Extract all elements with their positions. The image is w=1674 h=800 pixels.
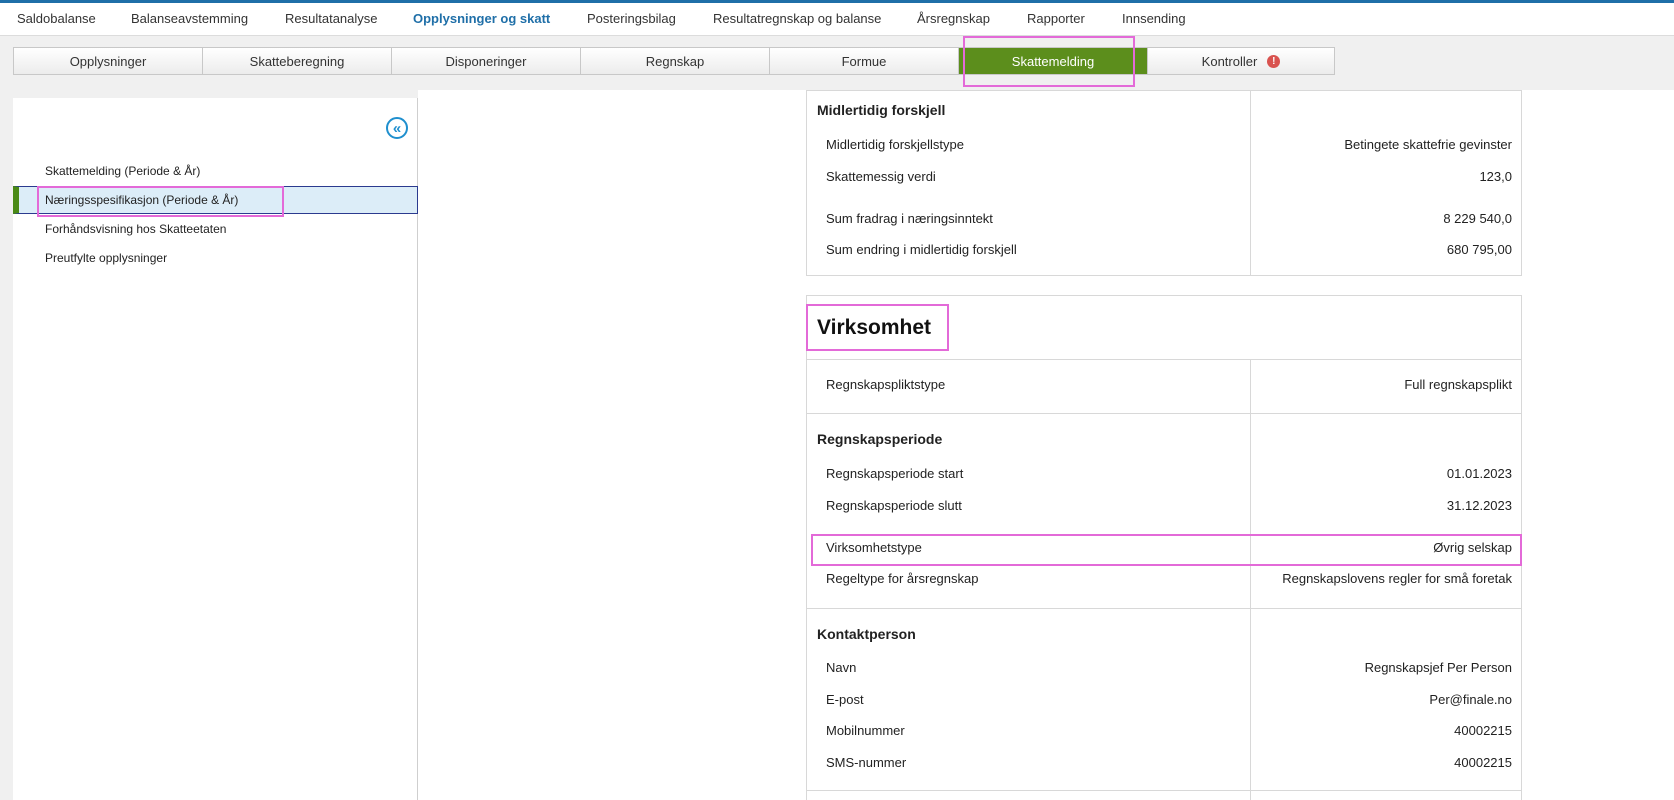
- sidebar-item-naeringsspesifikasjon[interactable]: Næringsspesifikasjon (Periode & År): [13, 186, 418, 214]
- row-label: Navn: [826, 660, 857, 675]
- tab-opplysninger[interactable]: Opplysninger: [14, 48, 203, 74]
- row-value: 40002215: [1454, 723, 1512, 738]
- divider: [807, 608, 1521, 609]
- tab-label: Opplysninger: [69, 53, 147, 69]
- row-value: 123,0: [1479, 169, 1512, 184]
- row-label: Regnskapspliktstype: [826, 377, 946, 392]
- row-label: Sum endring i midlertidig forskjell: [826, 242, 1017, 257]
- row-value: Per@finale.no: [1429, 692, 1512, 707]
- row-label: Regnskapsperiode start: [826, 466, 964, 481]
- row-value: Øvrig selskap: [1433, 540, 1512, 555]
- nav-resultatregnskap-og-balanse[interactable]: Resultatregnskap og balanse: [713, 11, 881, 26]
- sidebar: « Skattemelding (Periode & År) Næringssp…: [13, 98, 418, 800]
- row-value: 31.12.2023: [1446, 498, 1512, 513]
- virksomhet-panel: Virksomhet Regnskapspliktstype Full regn…: [806, 295, 1522, 800]
- midlertidig-forskjell-panel: Midlertidig forskjell Midlertidig forskj…: [806, 90, 1522, 276]
- row-value: 40002215: [1454, 755, 1512, 770]
- nav-balanseavstemming[interactable]: Balanseavstemming: [131, 11, 248, 26]
- sidebar-item-preutfylte[interactable]: Preutfylte opplysninger: [13, 244, 418, 272]
- sidebar-item-forhandsvisning[interactable]: Forhåndsvisning hos Skatteetaten: [13, 215, 418, 243]
- sub-tab-bar: Opplysninger Skatteberegning Disponering…: [13, 47, 1335, 75]
- row-value: Full regnskapsplikt: [1404, 377, 1512, 392]
- tab-kontroller[interactable]: Kontroller!: [1148, 48, 1334, 74]
- row-label: Mobilnummer: [826, 723, 905, 738]
- tab-disponeringer[interactable]: Disponeringer: [392, 48, 581, 74]
- collapse-sidebar-icon[interactable]: «: [386, 117, 408, 139]
- row-label: SMS-nummer: [826, 755, 907, 770]
- nav-innsending[interactable]: Innsending: [1122, 11, 1186, 26]
- row-value: Regnskapsjef Per Person: [1364, 660, 1512, 675]
- tab-label: Skattemelding: [1011, 53, 1095, 69]
- nav-posteringsbilag[interactable]: Posteringsbilag: [587, 11, 676, 26]
- tab-label: Regnskap: [645, 53, 705, 69]
- row-label: E-post: [826, 692, 864, 707]
- row-value: Betingete skattefrie gevinster: [1344, 137, 1512, 152]
- alert-icon: !: [1267, 54, 1281, 68]
- virksomhet-title: Virksomhet: [817, 316, 931, 339]
- row-label: Midlertidig forskjellstype: [826, 137, 964, 152]
- section-title: Midlertidig forskjell: [817, 102, 946, 118]
- section-title: Regnskapsperiode: [817, 431, 943, 447]
- tab-label: Kontroller: [1201, 53, 1258, 69]
- tab-label: Skatteberegning: [249, 53, 345, 69]
- main-content: Midlertidig forskjell Midlertidig forskj…: [418, 90, 1674, 800]
- nav-saldobalanse[interactable]: Saldobalanse: [17, 11, 96, 26]
- tab-regnskap[interactable]: Regnskap: [581, 48, 770, 74]
- row-label: Regeltype for årsregnskap: [826, 571, 979, 586]
- nav-rapporter[interactable]: Rapporter: [1027, 11, 1085, 26]
- nav-arsregnskap[interactable]: Årsregnskap: [917, 11, 990, 26]
- row-label: Virksomhetstype: [826, 540, 922, 555]
- divider: [807, 790, 1521, 791]
- row-value: Regnskapslovens regler for små foretak: [1282, 571, 1512, 586]
- tab-skatteberegning[interactable]: Skatteberegning: [203, 48, 392, 74]
- row-label: Skattemessig verdi: [826, 169, 936, 184]
- tab-formue[interactable]: Formue: [770, 48, 959, 74]
- nav-opplysninger-og-skatt[interactable]: Opplysninger og skatt: [413, 11, 550, 26]
- nav-resultatanalyse[interactable]: Resultatanalyse: [285, 11, 378, 26]
- tab-skattemelding[interactable]: Skattemelding: [959, 48, 1148, 74]
- row-label: Regnskapsperiode slutt: [826, 498, 962, 513]
- sidebar-item-skattemelding[interactable]: Skattemelding (Periode & År): [13, 157, 418, 185]
- tab-label: Formue: [841, 53, 887, 69]
- column-divider: [1250, 359, 1251, 800]
- top-navigation-bar: Saldobalanse Balanseavstemming Resultata…: [0, 0, 1674, 36]
- divider: [807, 413, 1521, 414]
- row-value: 680 795,00: [1446, 242, 1512, 257]
- section-title: Kontaktperson: [817, 626, 916, 642]
- row-label: Sum fradrag i næringsinntekt: [826, 211, 993, 226]
- column-divider: [1250, 91, 1251, 275]
- row-value: 01.01.2023: [1446, 466, 1512, 481]
- row-value: 8 229 540,0: [1443, 211, 1512, 226]
- tab-label: Disponeringer: [445, 53, 527, 69]
- divider: [807, 359, 1521, 360]
